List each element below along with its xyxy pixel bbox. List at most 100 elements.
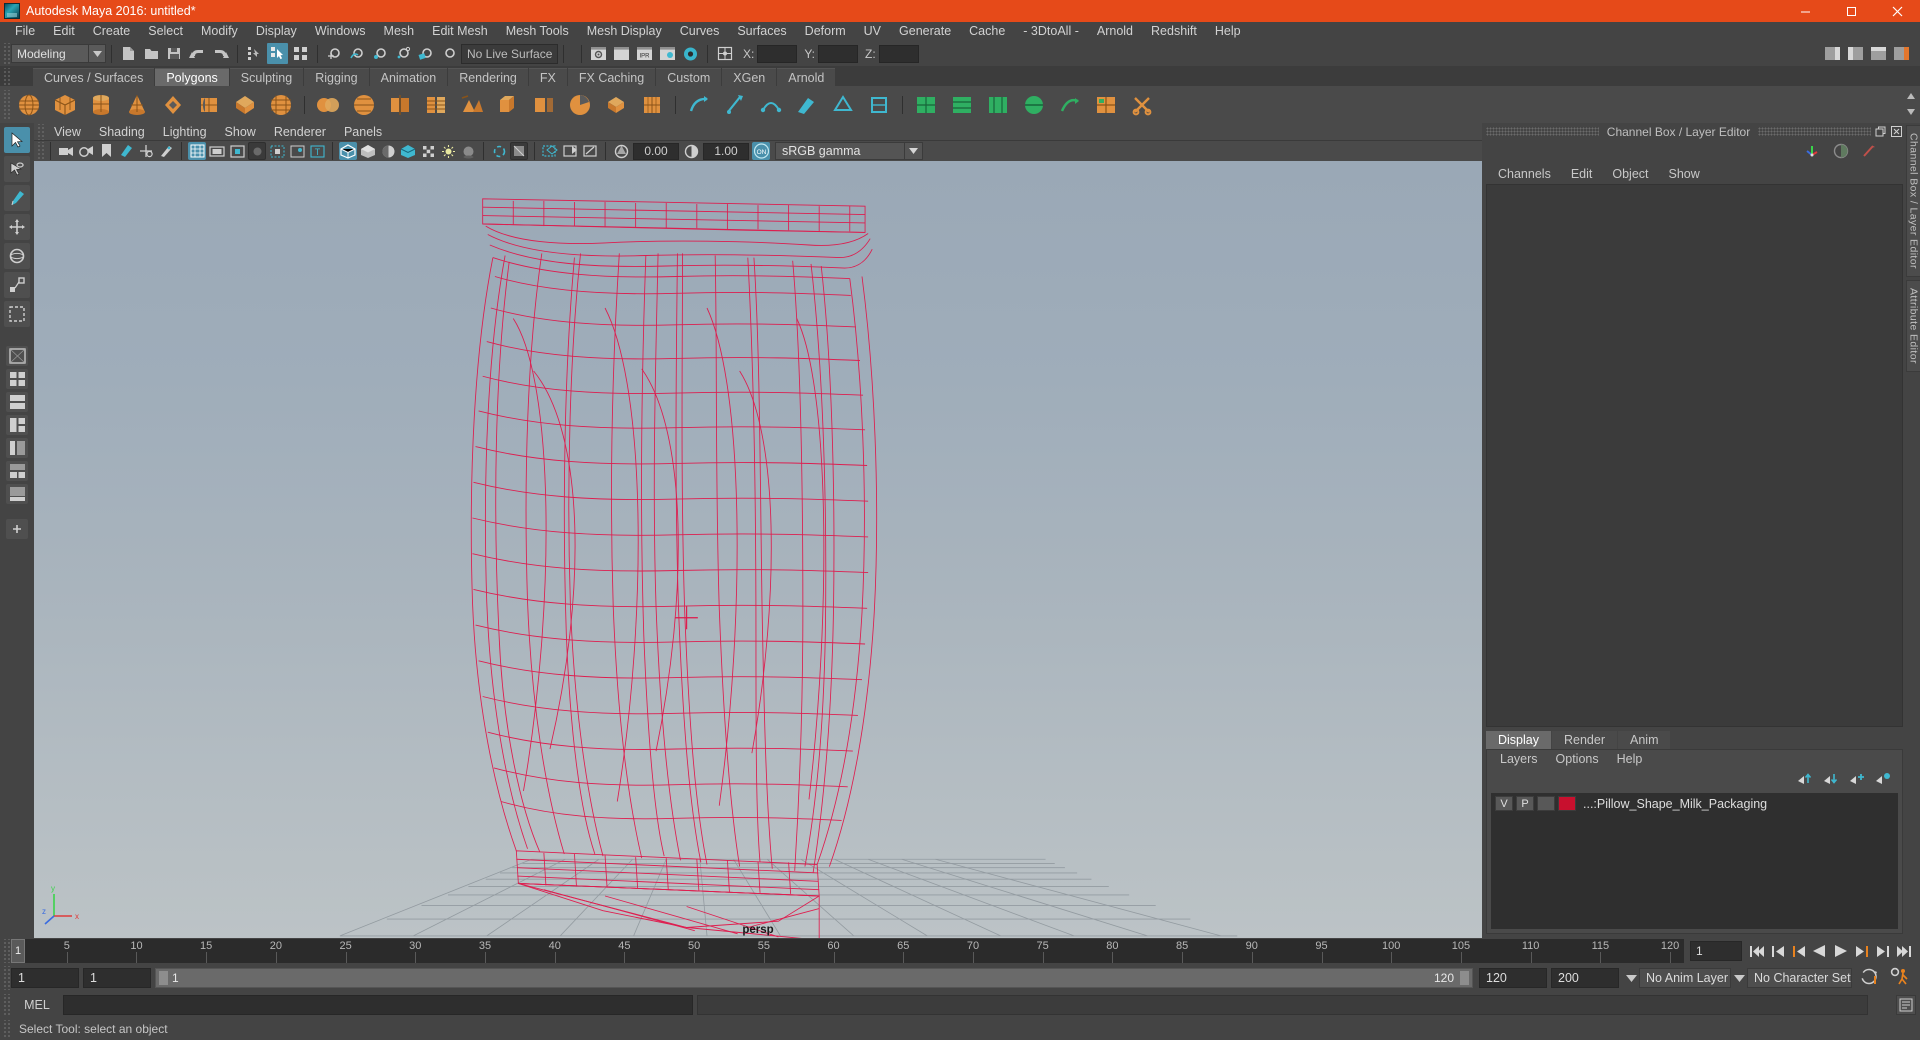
last-used-tool[interactable]: [4, 301, 30, 327]
channel-box-icon[interactable]: [1804, 142, 1821, 162]
construction-history-icon[interactable]: [714, 43, 735, 64]
panel-menu-show[interactable]: Show: [216, 123, 265, 141]
ipr-render-icon[interactable]: [611, 43, 632, 64]
channel-box-menu-channels[interactable]: Channels: [1488, 164, 1561, 184]
poly-cylinder-icon[interactable]: [86, 90, 116, 120]
poly-extrude-icon[interactable]: [493, 90, 523, 120]
field-y-input[interactable]: [818, 44, 859, 63]
maximize-icon[interactable]: [1828, 0, 1874, 22]
edge-tab-attribute-editor[interactable]: Attribute Editor: [1905, 279, 1920, 372]
image-plane-icon[interactable]: [117, 142, 135, 160]
select-tool[interactable]: [4, 127, 30, 153]
channel-box-menu-object[interactable]: Object: [1602, 164, 1658, 184]
move-tool[interactable]: [4, 214, 30, 240]
chevron-down-icon[interactable]: [1623, 968, 1639, 988]
command-line-grip[interactable]: [2, 994, 11, 1016]
chevron-down-icon[interactable]: [905, 142, 923, 160]
auto-keyframe-toggle-icon[interactable]: [1860, 967, 1880, 989]
viewport-toolbar-grip[interactable]: [36, 142, 45, 160]
live-surface-field[interactable]: No Live Surface: [461, 43, 558, 64]
poly-plane-icon[interactable]: [194, 90, 224, 120]
attribute-editor-icon[interactable]: [1833, 143, 1849, 162]
three-pane-layout[interactable]: [6, 415, 28, 435]
shelf-tab-custom[interactable]: Custom: [656, 68, 722, 86]
uv-cut-icon[interactable]: [1127, 90, 1157, 120]
menu-modify[interactable]: Modify: [192, 22, 247, 41]
persp-graph-layout[interactable]: [6, 484, 28, 504]
menu-3dtoall[interactable]: - 3DtoAll -: [1014, 22, 1088, 41]
shelf-tab-animation[interactable]: Animation: [369, 68, 448, 86]
close-icon[interactable]: [1874, 0, 1920, 22]
poly-sphere-icon[interactable]: [14, 90, 44, 120]
minimize-icon[interactable]: [1782, 0, 1828, 22]
menu-select[interactable]: Select: [139, 22, 192, 41]
poly-boolean-icon[interactable]: [601, 90, 631, 120]
animation-preferences-icon[interactable]: [1890, 967, 1910, 989]
tab-anim[interactable]: Anim: [1618, 731, 1671, 749]
layer-menu-options[interactable]: Options: [1547, 750, 1608, 769]
move-layer-down-icon[interactable]: [1823, 772, 1840, 788]
grid-toggle-icon[interactable]: [188, 142, 206, 160]
chevron-down-icon[interactable]: [1731, 968, 1747, 988]
snap-to-curve-icon[interactable]: [347, 43, 368, 64]
new-scene-icon[interactable]: [118, 43, 139, 64]
hardware-texturing-icon[interactable]: [399, 142, 417, 160]
poly-smooth-icon[interactable]: [349, 90, 379, 120]
command-language-label[interactable]: MEL: [15, 998, 59, 1012]
shelf-row-grip[interactable]: [2, 89, 11, 120]
gamma-icon[interactable]: [682, 142, 700, 160]
poly-append-icon[interactable]: [529, 90, 559, 120]
playback-range-bar[interactable]: 1 120: [155, 968, 1473, 988]
resolution-gate-icon[interactable]: [228, 142, 246, 160]
snap-to-view-plane-icon[interactable]: [416, 43, 437, 64]
gate-mask-icon[interactable]: [248, 142, 266, 160]
shelf-tab-fx-caching[interactable]: FX Caching: [567, 68, 656, 86]
menu-redshift[interactable]: Redshift: [1142, 22, 1206, 41]
uv-planar-icon[interactable]: [828, 90, 858, 120]
exposure-icon[interactable]: [612, 142, 630, 160]
anim-layer-selector[interactable]: No Anim Layer: [1639, 968, 1731, 988]
menu-help[interactable]: Help: [1206, 22, 1250, 41]
menu-generate[interactable]: Generate: [890, 22, 960, 41]
uv-layout-icon[interactable]: [1091, 90, 1121, 120]
undo-icon[interactable]: [187, 43, 208, 64]
poly-cone-icon[interactable]: [122, 90, 152, 120]
motion-blur-icon[interactable]: [490, 142, 508, 160]
render-current-frame-icon[interactable]: [588, 43, 609, 64]
anti-aliasing-icon[interactable]: [510, 142, 528, 160]
tab-render[interactable]: Render: [1552, 731, 1617, 749]
tool-settings-icon[interactable]: [1861, 143, 1877, 162]
new-layer-icon[interactable]: [1849, 772, 1866, 788]
color-management-on-icon[interactable]: ON: [752, 142, 770, 160]
use-default-lighting-icon[interactable]: [419, 142, 437, 160]
lasso-tool[interactable]: [4, 156, 30, 182]
layer-list[interactable]: V P ...:Pillow_Shape_Milk_Packaging: [1491, 793, 1898, 929]
playback-end-field[interactable]: 200: [1551, 968, 1619, 988]
poly-crease-icon[interactable]: [684, 90, 714, 120]
shelf-tab-arnold[interactable]: Arnold: [777, 68, 836, 86]
command-input[interactable]: [63, 995, 693, 1015]
toolbar-grip[interactable]: [2, 42, 11, 65]
tab-display[interactable]: Display: [1486, 731, 1551, 749]
poly-torus-icon[interactable]: [158, 90, 188, 120]
poly-sculpt-icon[interactable]: [792, 90, 822, 120]
play-forwards-icon[interactable]: [1831, 941, 1850, 961]
perspective-viewport[interactable]: y x z persp: [34, 161, 1482, 938]
poly-target-weld-icon[interactable]: [756, 90, 786, 120]
open-scene-icon[interactable]: [141, 43, 162, 64]
select-camera-icon[interactable]: [57, 142, 75, 160]
safe-action-icon[interactable]: [288, 142, 306, 160]
time-range-track[interactable]: 1 5 10 15 20 25 30 35 40 45 50 55 60 65 70 75 80 85 90 95 1…: [11, 939, 1684, 963]
move-layer-up-icon[interactable]: [1797, 772, 1814, 788]
menu-mesh-tools[interactable]: Mesh Tools: [497, 22, 578, 41]
channel-box-content[interactable]: [1486, 184, 1903, 727]
show-hide-attribute-editor-icon[interactable]: [1845, 43, 1866, 64]
exposure-value-field[interactable]: 0.00: [633, 142, 679, 160]
uv-camera-icon[interactable]: [983, 90, 1013, 120]
field-chart-icon[interactable]: [268, 142, 286, 160]
select-by-object-type-icon[interactable]: [267, 43, 288, 64]
panel-menu-view[interactable]: View: [45, 123, 90, 141]
uv-cylindrical-icon[interactable]: [864, 90, 894, 120]
wireframe-model-pillow-shape-milk-packaging[interactable]: [34, 161, 1482, 938]
poly-bridge-icon[interactable]: [457, 90, 487, 120]
